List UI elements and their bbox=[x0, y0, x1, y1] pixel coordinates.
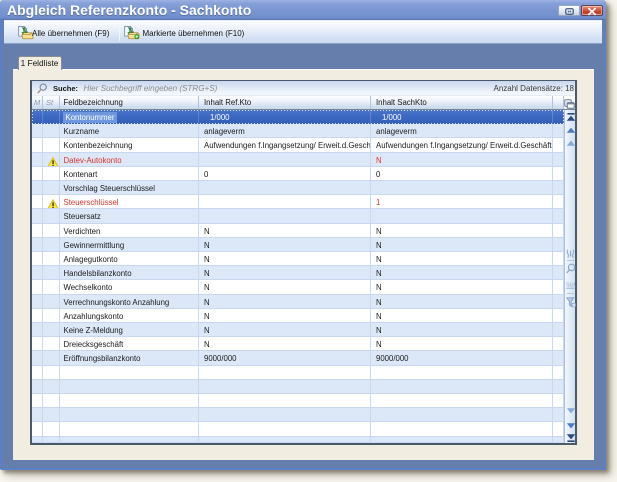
svg-text:SUL: SUL bbox=[566, 283, 576, 289]
